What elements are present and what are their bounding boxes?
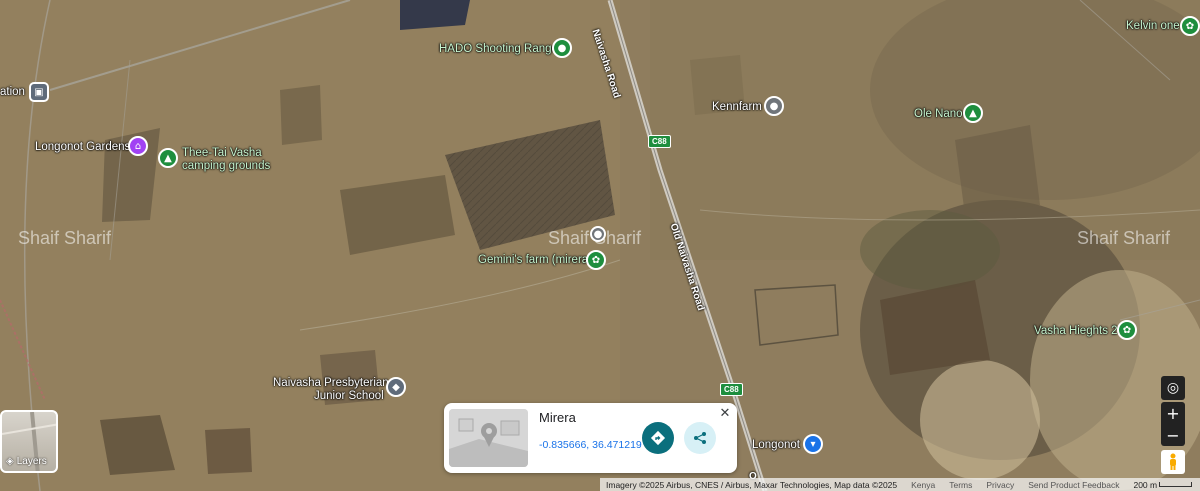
place-label-vasha[interactable]: Vasha Hieghts 2 — [1034, 325, 1118, 338]
shopping-pin-icon[interactable]: ▾ — [803, 434, 823, 454]
feedback-link[interactable]: Send Product Feedback — [1028, 480, 1119, 490]
place-label-kelvin[interactable]: Kelvin one — [1126, 20, 1180, 33]
place-label-station[interactable]: ation — [0, 86, 25, 99]
share-icon — [694, 432, 706, 444]
school-pin-icon[interactable]: ◆ — [386, 377, 406, 397]
campground-pin-icon[interactable]: ▲ — [158, 148, 178, 168]
scale-bar — [1159, 482, 1192, 487]
layers-icon: ◈ — [6, 456, 14, 467]
close-icon[interactable]: ✕ — [718, 406, 732, 420]
place-thumbnail[interactable] — [449, 409, 528, 467]
my-location-icon[interactable]: ◎ — [1161, 376, 1185, 400]
thumbnail-image — [449, 409, 528, 467]
street-view-pegman-icon[interactable] — [1161, 450, 1185, 474]
place-info-card[interactable]: Mirera -0.835666, 36.471219 ✕ — [444, 403, 737, 473]
road-shield: C88 — [720, 383, 743, 396]
share-button[interactable] — [684, 422, 716, 454]
park-pin-icon[interactable]: ✿ — [586, 250, 606, 270]
map-watermark: Shaif Sharif — [18, 228, 112, 248]
place-label-school-1[interactable]: Naivasha Presbyterian — [273, 377, 389, 390]
place-label-longonot[interactable]: Longonot — [752, 439, 800, 452]
place-title: Mirera — [539, 410, 576, 425]
layers-label: ◈ Layers — [6, 456, 47, 467]
shooting-range-pin-icon[interactable]: ● — [552, 38, 572, 58]
attribution-bar: Imagery ©2025 Airbus, CNES / Airbus, Max… — [600, 478, 1200, 491]
place-label-theetai-1[interactable]: Thee-Tai Vasha — [182, 147, 262, 160]
pegman-icon — [1170, 453, 1176, 470]
zoom-in-button[interactable]: + — [1161, 402, 1185, 424]
privacy-link[interactable]: Privacy — [986, 480, 1014, 490]
place-label-longonot-gardens[interactable]: Longonot Gardens — [35, 141, 130, 154]
place-label-theetai-2[interactable]: camping grounds — [182, 160, 270, 173]
place-label-gemini[interactable]: Gemini's farm (mirera — [478, 254, 588, 267]
map-watermark: Shaif Sharif — [1077, 228, 1171, 248]
park-pin-icon[interactable]: ✿ — [1117, 320, 1137, 340]
directions-button[interactable] — [642, 422, 674, 454]
directions-icon — [650, 430, 666, 446]
road-shield: C88 — [648, 135, 671, 148]
place-label-school-2[interactable]: Junior School — [314, 390, 384, 403]
terms-link[interactable]: Terms — [949, 480, 972, 490]
place-label-kennfarm[interactable]: Kennfarm — [712, 101, 762, 114]
place-coordinates[interactable]: -0.835666, 36.471219 — [539, 439, 642, 451]
park-pin-icon[interactable]: ✿ — [1180, 16, 1200, 36]
imagery-attribution: Imagery ©2025 Airbus, CNES / Airbus, Max… — [606, 479, 898, 490]
scale-label[interactable]: 200 m — [1133, 480, 1157, 490]
selected-location-pin-icon[interactable]: ● — [590, 226, 606, 242]
tree-pin-icon[interactable]: ▲ — [963, 103, 983, 123]
place-label-hado[interactable]: HADO Shooting Range — [439, 43, 558, 56]
layers-button[interactable]: ◈ Layers — [0, 410, 58, 473]
location-pin-icon[interactable]: ● — [764, 96, 784, 116]
garden-pin-icon[interactable]: ⌂ — [128, 136, 148, 156]
zoom-out-button[interactable]: − — [1161, 424, 1185, 446]
place-label-olenano[interactable]: Ole Nano — [914, 108, 963, 121]
train-station-icon[interactable]: ▣ — [29, 82, 49, 102]
country-link[interactable]: Kenya — [911, 480, 935, 490]
